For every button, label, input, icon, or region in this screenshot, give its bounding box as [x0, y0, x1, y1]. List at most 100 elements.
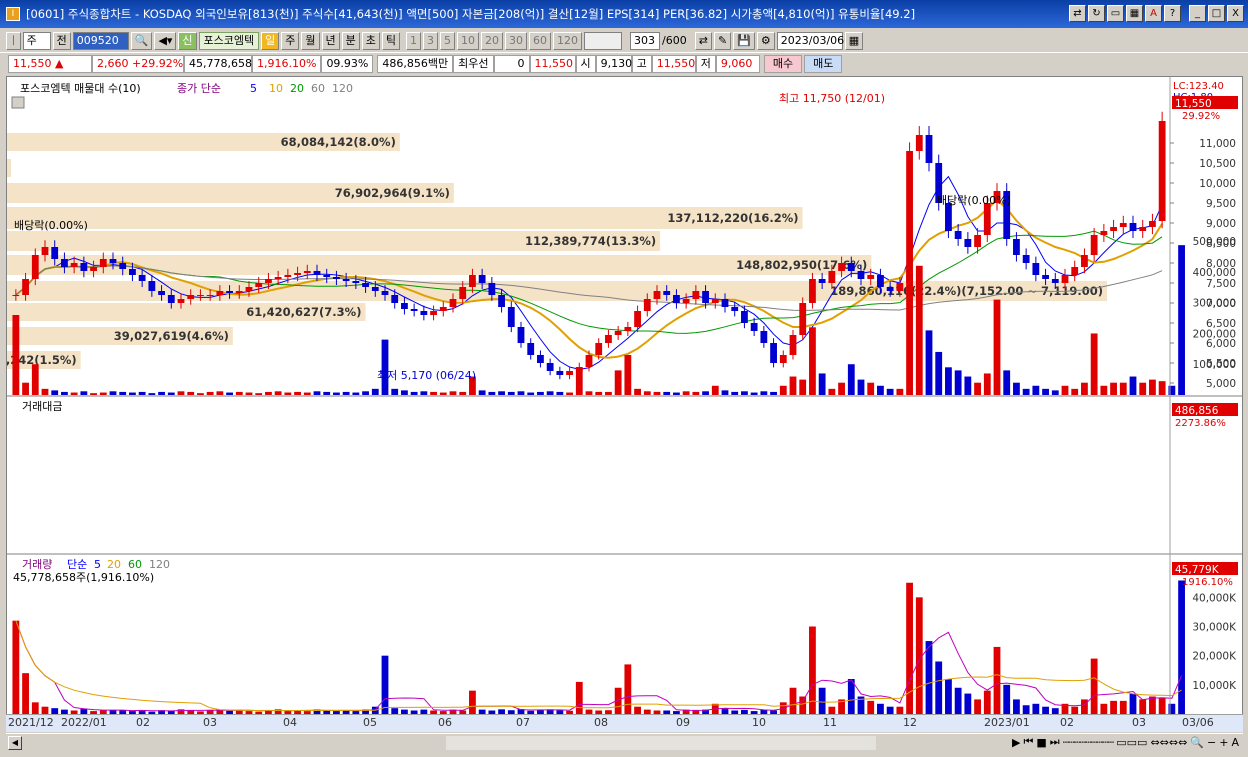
sell-button[interactable]: 매도 — [804, 55, 843, 73]
candle — [974, 235, 981, 247]
interval-custom-input[interactable] — [584, 31, 623, 50]
zoom-out-icon[interactable]: − — [1207, 736, 1216, 749]
settings-icon[interactable]: ⚙ — [756, 31, 775, 50]
amount-bar — [61, 391, 68, 395]
compare-icon[interactable]: ⇄ — [694, 31, 712, 50]
volume-tick-label: 20,000K — [1192, 651, 1237, 663]
scroll-thumb[interactable] — [446, 736, 876, 750]
last-price-pct: 29.92% — [1182, 111, 1220, 122]
candle — [527, 343, 535, 355]
volume-bar — [1119, 700, 1127, 714]
amount-bar — [906, 270, 913, 395]
volume-bar — [1003, 684, 1011, 714]
minimize-button[interactable]: _ — [1189, 5, 1206, 22]
interval-5-button[interactable]: 5 — [440, 31, 456, 50]
candle — [70, 263, 78, 267]
speaker-icon[interactable]: ◀▾ — [154, 31, 177, 50]
amount-bar — [362, 391, 369, 395]
period-second-button[interactable]: 초 — [361, 31, 380, 50]
volume-bar — [964, 693, 972, 714]
forward-icon[interactable]: ⏭ — [1050, 735, 1060, 749]
interval-1-button[interactable]: 1 — [406, 31, 422, 50]
interval-120-button[interactable]: 120 — [553, 31, 583, 50]
candle — [1110, 227, 1117, 231]
tools-icon[interactable]: ✎ — [713, 31, 732, 50]
period-week-button[interactable]: 주 — [281, 31, 300, 50]
amount-bar — [595, 391, 603, 395]
candle — [216, 291, 224, 295]
help-button[interactable]: ? — [1164, 5, 1181, 22]
amount-bar — [449, 391, 457, 395]
font-size-icon[interactable]: A — [1231, 736, 1239, 749]
refresh-icon[interactable]: ↻ — [1088, 5, 1105, 22]
stock-code-input[interactable]: 009520 — [72, 31, 129, 50]
interval-10-button[interactable]: 10 — [457, 31, 480, 50]
volume-ratio: 1,916.10% — [252, 55, 322, 73]
search-icon[interactable]: 🔍 — [130, 31, 153, 50]
amount-bar — [245, 392, 253, 395]
play-icon[interactable]: ▶ — [1012, 736, 1020, 749]
chart-type-icon[interactable]: ᛁ — [6, 31, 21, 50]
chart-area[interactable]: 68,084,142(8.0%)0(0.0%)76,902,964(9.1%)1… — [6, 76, 1243, 732]
volume-bar — [789, 687, 797, 714]
volume-bar — [818, 687, 826, 714]
candle — [99, 259, 107, 267]
font-icon[interactable]: A — [1145, 5, 1162, 22]
period-year-button[interactable]: 년 — [321, 31, 340, 50]
volume-bar — [935, 661, 943, 714]
interval-20-button[interactable]: 20 — [481, 31, 504, 50]
up-arrow-icon: ▲ — [55, 57, 64, 70]
layout-icon[interactable]: ▭▭▭ — [1116, 736, 1147, 749]
calendar-icon[interactable]: ▦ — [844, 31, 864, 50]
buy-button[interactable]: 매수 — [763, 55, 803, 73]
prev-button[interactable]: 전 — [52, 31, 71, 50]
candle — [303, 271, 311, 273]
window-title: [0601] 주식종합차트 - KOSDAQ 외국인보유[813(천)] 주식수… — [26, 7, 916, 21]
save-icon[interactable]: 💾 — [733, 31, 755, 50]
amount-bar — [702, 391, 709, 395]
chart-svg[interactable]: 68,084,142(8.0%)0(0.0%)76,902,964(9.1%)1… — [7, 77, 1242, 715]
interval-60-button[interactable]: 60 — [529, 31, 552, 50]
grid-icon[interactable]: ▦ — [1126, 5, 1143, 22]
lc-label: LC:123.40 — [1173, 81, 1224, 92]
candle — [954, 231, 962, 239]
volume-bar — [1042, 706, 1049, 714]
amount-bar — [809, 327, 816, 395]
candle — [546, 363, 554, 371]
stop-icon[interactable]: ■ — [1036, 736, 1046, 749]
data-count-max: /600 — [662, 34, 687, 47]
candle — [1022, 255, 1030, 263]
scroll-left-icon[interactable]: ◀ — [8, 736, 22, 750]
candle — [1032, 263, 1040, 275]
rewind-icon[interactable]: ⏮ — [1023, 735, 1033, 749]
interval-3-button[interactable]: 3 — [423, 31, 439, 50]
zoom-icon[interactable]: 🔍 — [1190, 736, 1204, 749]
window-icon[interactable]: ▭ — [1107, 5, 1124, 22]
close-button[interactable]: X — [1227, 5, 1244, 22]
table-toggle-icon[interactable] — [11, 96, 25, 109]
volume-legend-ma20: 20 — [107, 558, 121, 571]
period-minute-button[interactable]: 분 — [341, 31, 360, 50]
data-count-input[interactable]: 303 — [630, 31, 661, 50]
amount-bar — [566, 392, 573, 395]
date-input[interactable]: 2023/03/06 — [776, 31, 844, 50]
period-select[interactable]: 주 — [22, 31, 51, 50]
scale-icon[interactable]: ⇔⇔⇔⇔ — [1150, 736, 1187, 749]
x-axis-label: 12 — [903, 716, 917, 729]
period-tick-button[interactable]: 틱 — [381, 31, 401, 50]
horizontal-scrollbar[interactable]: ◀ ▶ ⏮ ■ ⏭ ┄┄┄┄┄┄┄┄┄ ▭▭▭ ⇔⇔⇔⇔ 🔍 − + A — [6, 733, 1243, 751]
amount-bar — [799, 379, 807, 395]
slider-icon[interactable]: ┄┄┄┄┄┄┄┄┄ — [1063, 736, 1115, 749]
maximize-button[interactable]: □ — [1208, 5, 1225, 22]
interval-30-button[interactable]: 30 — [505, 31, 528, 50]
link-icon[interactable]: ⇄ — [1069, 5, 1086, 22]
amount-bar — [255, 393, 263, 395]
zoom-in-icon[interactable]: + — [1219, 736, 1228, 749]
amount-bar — [333, 392, 340, 395]
period-day-button[interactable]: 일 — [261, 31, 280, 50]
period-month-button[interactable]: 월 — [301, 31, 320, 50]
amount-bar — [692, 391, 700, 395]
volume-bar — [896, 706, 904, 714]
candle — [702, 291, 709, 303]
candle — [770, 343, 777, 363]
